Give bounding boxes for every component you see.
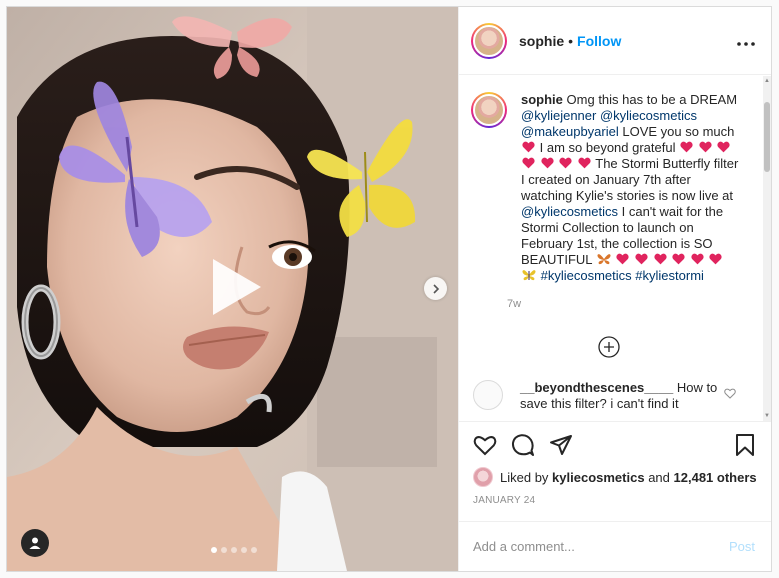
carousel-dot [251, 547, 257, 553]
mention-link[interactable]: @kyliejenner [521, 108, 596, 123]
caption-text-part: I am so beyond grateful [539, 140, 676, 155]
comment-like-button[interactable] [724, 386, 736, 412]
heart-emoji-icon [635, 253, 648, 265]
plus-circle-icon [598, 336, 620, 358]
heart-emoji-icon [522, 157, 535, 169]
post-date[interactable]: JANUARY 24 [473, 495, 535, 506]
author-avatar[interactable] [471, 22, 507, 59]
chevron-right-icon [432, 283, 439, 294]
header-separator: • [568, 32, 574, 49]
heart-emoji-icon [559, 157, 572, 169]
heart-emoji-icon [691, 253, 704, 265]
mention-link[interactable]: @kyliecosmetics [600, 108, 697, 123]
author-username[interactable]: sophie [519, 33, 564, 49]
scroll-thumb[interactable] [764, 102, 770, 172]
comment-icon [511, 434, 534, 456]
tagged-users-button[interactable] [21, 529, 49, 557]
caption-text-part: LOVE you so much [622, 124, 735, 139]
comment-item: __beyondthescenes____ How to save this f… [471, 380, 761, 412]
comment-text: __beyondthescenes____ How to save this f… [520, 380, 720, 412]
hashtag-link[interactable]: #kyliecosmetics [541, 268, 632, 283]
paper-plane-icon [550, 435, 572, 455]
mention-link[interactable]: @kyliecosmetics [521, 204, 618, 219]
caption-text: sophie Omg this has to be a DREAM @kylie… [521, 92, 743, 284]
carousel-next-button[interactable] [424, 277, 447, 300]
user-icon [29, 537, 41, 549]
heart-outline-icon [724, 388, 736, 399]
post-media[interactable] [7, 7, 458, 571]
heart-emoji-icon [699, 141, 712, 153]
post-dialog: sophie • Follow sophie Omg this has to b… [6, 6, 772, 572]
heart-emoji-icon [616, 253, 629, 265]
action-bar [459, 421, 771, 471]
carousel-dot [221, 547, 227, 553]
heart-emoji-icon [578, 157, 591, 169]
play-button[interactable] [203, 255, 267, 319]
likes-prefix: Liked by [500, 469, 549, 485]
more-options-button[interactable] [737, 30, 755, 51]
comment-button[interactable] [511, 433, 535, 457]
likes-count-link[interactable]: 12,481 others [674, 470, 757, 485]
heart-emoji-icon [541, 157, 554, 169]
share-button[interactable] [549, 433, 573, 457]
comment-input[interactable] [473, 539, 729, 554]
heart-emoji-icon [522, 141, 535, 153]
heart-emoji-icon [653, 253, 667, 265]
follow-button[interactable]: Follow [577, 33, 621, 49]
heart-icon [473, 436, 497, 456]
caption-row: sophie Omg this has to be a DREAM @kylie… [471, 92, 761, 310]
scroll-down-arrow-icon[interactable]: ▼ [763, 411, 771, 421]
load-more-comments-button[interactable] [598, 336, 620, 358]
heart-emoji-icon [717, 141, 730, 153]
caption-timestamp[interactable]: 7w [507, 298, 743, 310]
scroll-up-arrow-icon[interactable]: ▲ [763, 76, 771, 86]
sparkle-butterfly-emoji-icon [522, 270, 536, 281]
post-side-panel: sophie • Follow sophie Omg this has to b… [458, 7, 771, 571]
liker-avatar[interactable] [473, 467, 493, 487]
mention-link[interactable]: @makeupbyariel [521, 124, 619, 139]
heart-emoji-icon [672, 253, 685, 265]
carousel-indicator [211, 547, 257, 553]
post-header: sophie • Follow [459, 7, 771, 75]
butterfly-emoji-icon [597, 254, 611, 265]
post-comment-button[interactable]: Post [729, 539, 755, 554]
carousel-dot [231, 547, 237, 553]
save-button[interactable] [733, 433, 757, 457]
commenter-avatar[interactable] [473, 380, 503, 410]
caption-username[interactable]: sophie [521, 92, 563, 107]
comments-list[interactable]: sophie Omg this has to be a DREAM @kylie… [459, 76, 761, 421]
comments-scrollbar[interactable]: ▲ ▼ [763, 76, 771, 421]
heart-emoji-icon [709, 253, 723, 265]
more-horizontal-icon [737, 42, 755, 46]
heart-emoji-icon [680, 141, 693, 153]
comment-username[interactable]: __beyondthescenes____ [520, 380, 673, 395]
play-icon [213, 259, 261, 315]
likes-and: and [648, 469, 670, 485]
carousel-dot [241, 547, 247, 553]
likes-summary: Liked by kyliecosmetics and 12,481 other… [473, 467, 757, 487]
hashtag-link[interactable]: #kyliestormi [635, 268, 704, 283]
caption-avatar[interactable] [471, 92, 507, 128]
liker-username[interactable]: kyliecosmetics [552, 470, 645, 485]
bookmark-icon [736, 434, 754, 456]
caption-text-part: Omg this has to be a DREAM [566, 92, 738, 107]
add-comment-bar: Post [459, 521, 771, 571]
like-button[interactable] [473, 433, 497, 457]
carousel-dot-active [211, 547, 217, 553]
